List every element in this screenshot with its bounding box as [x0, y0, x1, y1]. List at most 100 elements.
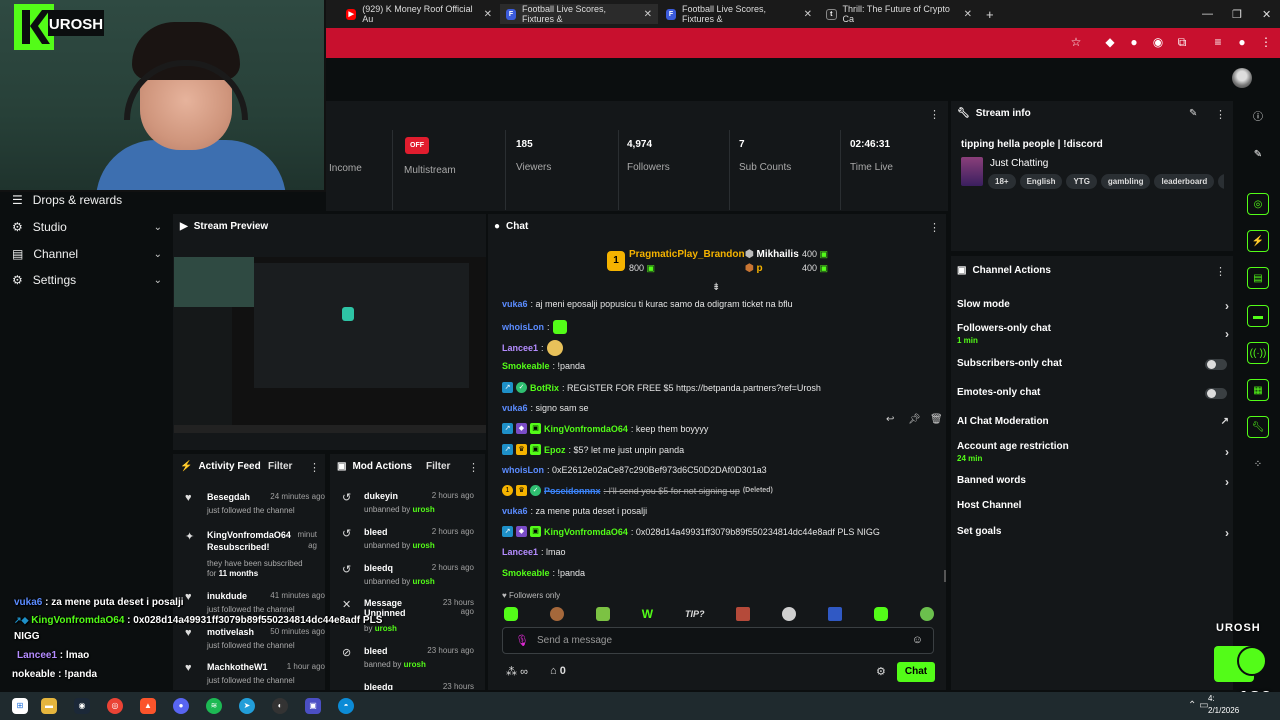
- tag[interactable]: YTG: [1066, 174, 1097, 189]
- emotes-only-toggle[interactable]: [1205, 388, 1227, 399]
- minimize-icon[interactable]: —: [1196, 4, 1219, 24]
- emote-icon[interactable]: [782, 607, 797, 621]
- clock-date[interactable]: 2/1/2026: [1208, 706, 1239, 715]
- pin-icon[interactable]: 📌︎: [908, 414, 921, 425]
- clock-time[interactable]: 4:: [1208, 694, 1215, 703]
- emote-icon[interactable]: [736, 607, 751, 621]
- tag[interactable]: gambling: [1100, 174, 1151, 189]
- telegram-icon[interactable]: ➤: [239, 698, 255, 714]
- multistream-label[interactable]: Multistream: [404, 165, 456, 176]
- extensions-puzzle-icon[interactable]: ⧉: [1174, 34, 1190, 50]
- broadcast-icon[interactable]: ((·)): [1247, 342, 1269, 364]
- profile-icon[interactable]: ●: [1234, 34, 1250, 50]
- more-options-icon[interactable]: ⋮: [929, 108, 940, 121]
- store-indicator[interactable]: ⌂ 0: [550, 665, 566, 677]
- more-options-icon[interactable]: ⋮: [929, 221, 940, 234]
- wrench-icon[interactable]: 🔧︎: [1247, 416, 1269, 438]
- browser-tab[interactable]: ▶ (929) K Money Roof Official Au ✕: [340, 4, 498, 24]
- emote-icon[interactable]: [828, 607, 843, 621]
- slow-mode-row[interactable]: Slow mode ›: [957, 299, 1229, 313]
- steam-icon[interactable]: ◉: [74, 698, 90, 714]
- more-options-icon[interactable]: ⋮: [1215, 265, 1226, 278]
- lightning-icon[interactable]: ⚡: [1247, 230, 1269, 252]
- layout-icon[interactable]: ▦: [1247, 379, 1269, 401]
- bookmark-star-icon[interactable]: ☆: [1068, 34, 1084, 50]
- category-thumbnail[interactable]: [961, 157, 983, 186]
- points-indicator[interactable]: ⁂ ∞: [506, 665, 528, 678]
- leaderboard-name[interactable]: ⬢ p: [745, 263, 763, 274]
- chat-settings-icon[interactable]: ⚙: [876, 665, 886, 678]
- mod-filter-button[interactable]: Filter: [426, 461, 450, 472]
- sidebar-item-channel[interactable]: ▤ Channel ⌄: [12, 247, 162, 261]
- emote-icon[interactable]: [919, 607, 934, 621]
- subscribers-only-toggle[interactable]: [1205, 359, 1227, 370]
- browser-tab[interactable]: t Thrill: The Future of Crypto Ca ✕: [820, 4, 978, 24]
- tag[interactable]: 18+: [988, 174, 1016, 189]
- reply-icon[interactable]: ↩: [886, 414, 894, 425]
- tag[interactable]: English: [1019, 174, 1063, 189]
- info-icon[interactable]: ⓘ: [1247, 107, 1269, 129]
- obs-icon[interactable]: ◐: [272, 698, 288, 714]
- ai-moderation-row[interactable]: AI Chat Moderation ↗: [957, 416, 1229, 427]
- document-icon[interactable]: ▤: [1247, 267, 1269, 289]
- chrome-icon[interactable]: ◎: [107, 698, 123, 714]
- tag[interactable]: leaderboard: [1154, 174, 1215, 189]
- close-icon[interactable]: ✕: [964, 9, 972, 20]
- send-chat-button[interactable]: Chat: [897, 662, 935, 682]
- capture-icon[interactable]: ◎: [1247, 193, 1269, 215]
- sidebar-item-drops[interactable]: ☰ Drops & rewards: [12, 193, 162, 207]
- pencil-icon[interactable]: ✎: [1247, 144, 1269, 166]
- file-explorer-icon[interactable]: ▬: [41, 698, 57, 714]
- new-tab-button[interactable]: +: [980, 4, 998, 24]
- close-icon[interactable]: ✕: [484, 9, 492, 20]
- emote-icon[interactable]: [874, 607, 889, 621]
- chat-input[interactable]: 🎙︎ Send a message ☺: [502, 627, 934, 654]
- spotify-icon[interactable]: ≋: [206, 698, 222, 714]
- close-icon[interactable]: ✕: [804, 9, 812, 20]
- host-channel-row[interactable]: Host Channel: [957, 500, 1229, 511]
- account-age-row[interactable]: Account age restriction 24 min ›: [957, 441, 1229, 463]
- system-tray-icon[interactable]: ⌃ ▭: [1188, 700, 1209, 711]
- restore-icon[interactable]: ❐: [1226, 4, 1248, 24]
- tag[interactable]: tip: [1218, 174, 1224, 189]
- media-icon[interactable]: ≡: [1210, 34, 1226, 50]
- more-options-icon[interactable]: ⋮: [1215, 108, 1226, 121]
- scroll-to-bottom-icon[interactable]: ⇟: [712, 282, 720, 293]
- category-name[interactable]: Just Chatting: [990, 158, 1048, 169]
- chat-scrollbar[interactable]: [944, 570, 946, 582]
- edge-icon[interactable]: ◓: [338, 698, 354, 714]
- edit-icon[interactable]: ✎: [1189, 108, 1197, 119]
- app-icon[interactable]: ▣: [305, 698, 321, 714]
- emoji-icon[interactable]: ☺: [912, 634, 923, 646]
- followers-only-row[interactable]: Followers-only chat 1 min ›: [957, 323, 1229, 345]
- windows-start-icon[interactable]: ⊞: [12, 698, 28, 714]
- close-icon[interactable]: ✕: [644, 9, 652, 20]
- emote-icon[interactable]: [595, 607, 610, 621]
- emotes-only-row[interactable]: Emotes-only chat: [957, 387, 1229, 399]
- extension-icon[interactable]: ◆: [1102, 34, 1118, 50]
- emote-icon[interactable]: [504, 607, 518, 621]
- more-options-icon[interactable]: ⋮: [309, 461, 320, 474]
- microphone-icon[interactable]: 🎙︎: [515, 634, 529, 647]
- chat-icon[interactable]: ▬: [1247, 305, 1269, 327]
- leaderboard-name[interactable]: ⬢ Mikhailis: [745, 249, 799, 260]
- emote-icon[interactable]: TIP?: [685, 609, 705, 619]
- sidebar-item-settings[interactable]: ⚙ Settings ⌄: [12, 273, 162, 287]
- window-close-icon[interactable]: ✕: [1256, 4, 1277, 24]
- extension-icon[interactable]: ◉: [1150, 34, 1166, 50]
- avatar[interactable]: [1232, 68, 1252, 88]
- browser-tab[interactable]: F Football Live Scores, Fixtures & ✕: [660, 4, 818, 24]
- menu-icon[interactable]: ⋮: [1258, 34, 1274, 50]
- sidebar-item-studio[interactable]: ⚙ Studio ⌄: [12, 220, 162, 234]
- set-goals-row[interactable]: Set goals ›: [957, 526, 1229, 540]
- discord-icon[interactable]: ●: [173, 698, 189, 714]
- emote-icon[interactable]: W: [642, 607, 653, 621]
- extension-icon[interactable]: ●: [1126, 34, 1142, 50]
- stream-preview-video[interactable]: [174, 257, 486, 433]
- subscribers-only-row[interactable]: Subscribers-only chat: [957, 358, 1229, 370]
- activity-filter-button[interactable]: Filter: [268, 461, 292, 472]
- apps-icon[interactable]: ⁘: [1247, 454, 1269, 476]
- delete-icon[interactable]: 🗑︎: [930, 414, 943, 425]
- leaderboard-name[interactable]: PragmaticPlay_Brandon: [629, 249, 745, 260]
- brave-icon[interactable]: ▲: [140, 698, 156, 714]
